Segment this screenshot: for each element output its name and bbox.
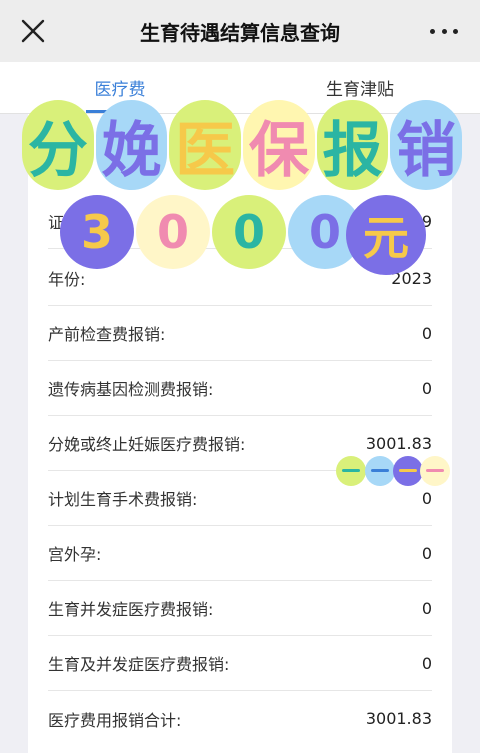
more-dot-icon	[430, 28, 435, 34]
row-value: 0	[421, 488, 432, 508]
more-dot-icon	[453, 28, 458, 34]
row-label: 年份:	[48, 270, 86, 289]
row-label: 医疗费用报销合计:	[48, 710, 182, 730]
detail-row-birth-and-complication: 生育及并发症医疗费报销: 0	[48, 636, 432, 691]
title-bar: 生育待遇结算信息查询	[0, 0, 480, 62]
tab-medical-fee[interactable]: 医疗费	[0, 62, 240, 113]
detail-row-delivery: 分娩或终止妊娠医疗费报销: 3001.83	[48, 416, 432, 471]
detail-row-genetic-test: 遗传病基因检测费报销: 0	[48, 361, 432, 416]
row-label: 分娩或终止妊娠医疗费报销:	[48, 435, 246, 454]
tab-bar: 医疗费 生育津贴	[0, 62, 480, 114]
row-label: 生育及并发症医疗费报销:	[48, 655, 230, 674]
detail-row-complication: 生育并发症医疗费报销: 0	[48, 581, 432, 636]
row-value: 0	[421, 323, 432, 343]
more-button[interactable]	[430, 20, 458, 42]
detail-row-ectopic: 宫外孕: 0	[48, 526, 432, 581]
detail-row-family-planning: 计划生育手术费报销: 0	[48, 471, 432, 526]
settlement-detail-card: 证 9 年份: 2023 产前检查费报销: 0 遗传病基因检测费报销: 0 分娩…	[28, 114, 452, 753]
row-value: 3001.83	[365, 709, 432, 728]
row-label: 生育并发症医疗费报销:	[48, 600, 214, 619]
row-value: 0	[421, 653, 432, 673]
row-label: 计划生育手术费报销:	[48, 490, 198, 509]
detail-row-total: 医疗费用报销合计: 3001.83	[48, 691, 432, 746]
row-label: 遗传病基因检测费报销:	[48, 380, 214, 399]
detail-row-year: 年份: 2023	[48, 251, 432, 306]
row-value: 0	[421, 378, 432, 398]
row-label: 证	[48, 213, 65, 232]
tab-maternity-allowance[interactable]: 生育津贴	[240, 62, 480, 113]
detail-row-prenatal: 产前检查费报销: 0	[48, 306, 432, 361]
row-value: 3001.83	[365, 433, 432, 453]
row-value: 0	[421, 598, 432, 618]
close-button[interactable]	[20, 18, 46, 44]
row-value: 0	[421, 543, 432, 563]
row-label: 宫外孕:	[48, 545, 102, 564]
row-label: 产前检查费报销:	[48, 325, 166, 344]
page-title: 生育待遇结算信息查询	[140, 20, 340, 45]
close-icon	[21, 19, 45, 43]
more-dot-icon	[441, 28, 447, 34]
row-value: 9	[421, 211, 432, 231]
detail-row-certificate: 证 9	[48, 194, 432, 249]
row-value: 2023	[391, 268, 432, 288]
